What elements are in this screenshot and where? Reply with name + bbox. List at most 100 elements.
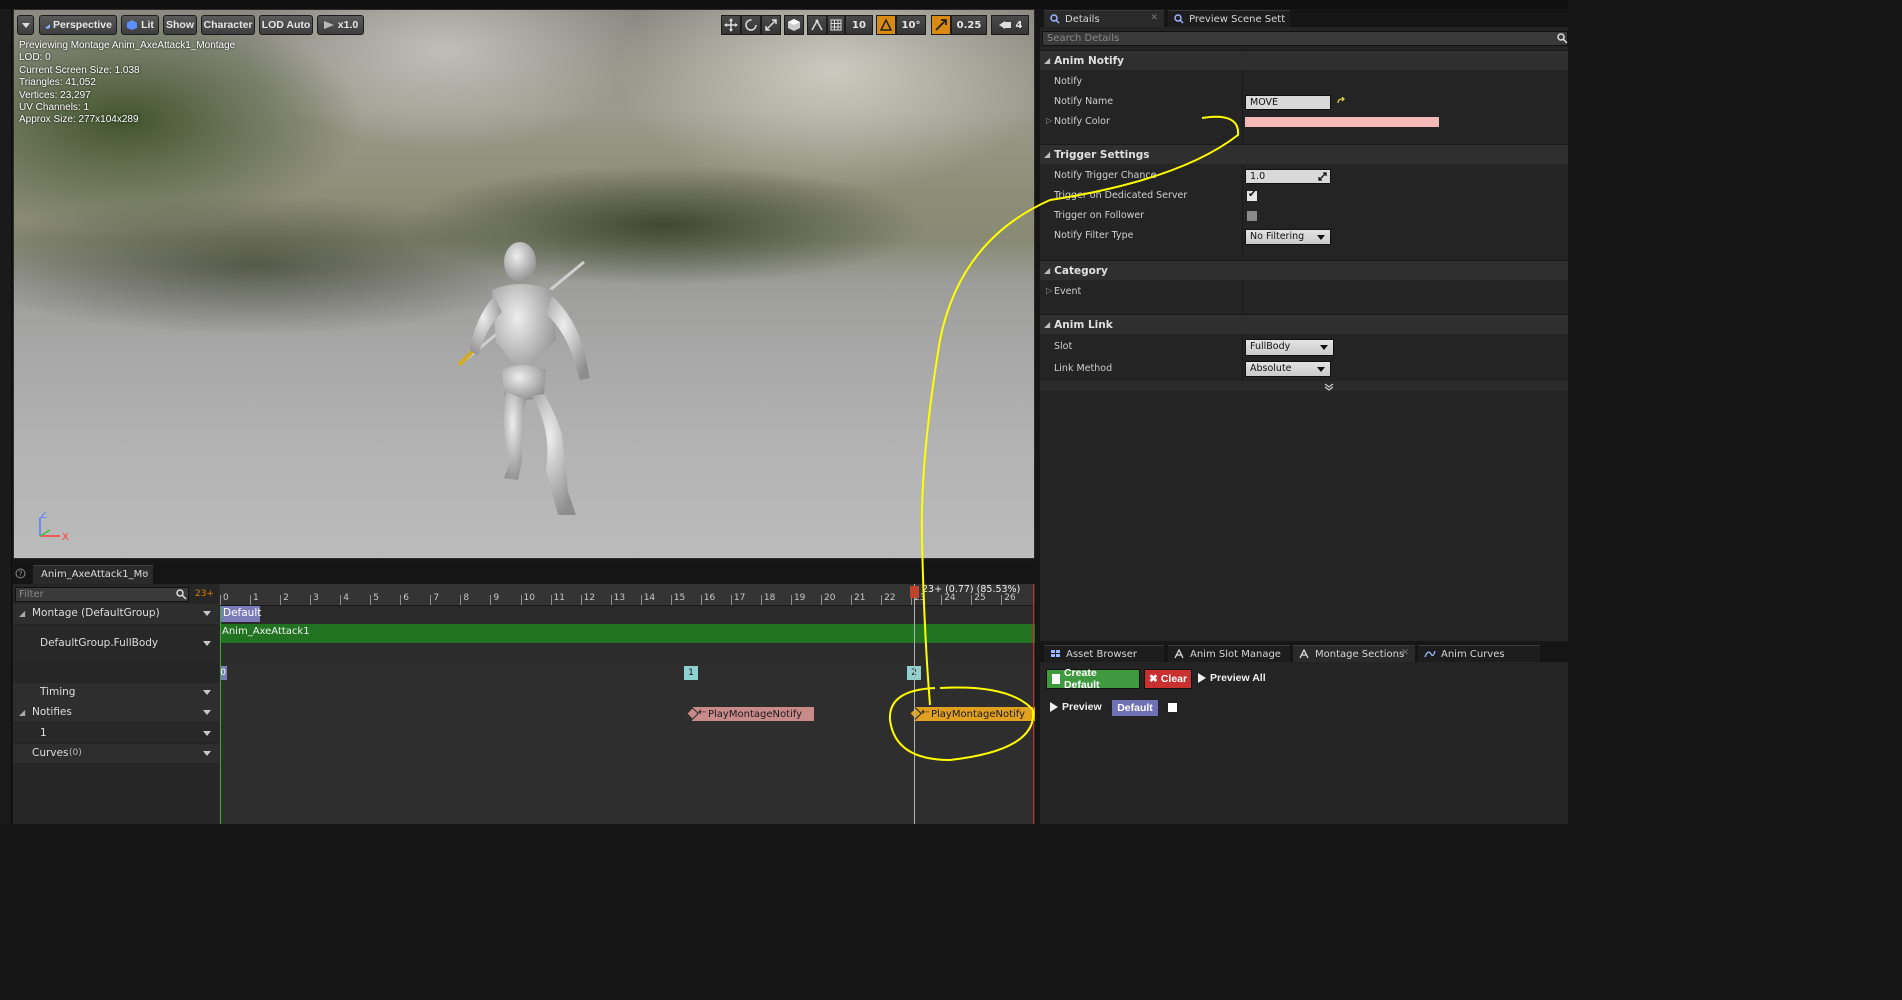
chevron-down-icon[interactable] — [203, 710, 211, 715]
notify-color-swatch[interactable] — [1245, 117, 1439, 127]
timeline-tabbar: ? Anim_AxeAttack1_Mo ✕ — [13, 562, 1035, 584]
anim-montage-editor: Perspective Lit Show Character LOD Auto … — [0, 0, 1568, 824]
playback-speed-button[interactable]: x1.0 — [317, 15, 364, 35]
chevron-down-icon[interactable] — [203, 731, 211, 736]
chevron-down-icon[interactable] — [203, 611, 211, 616]
world-local-toggle[interactable] — [784, 15, 804, 35]
montage-sections-panel: Asset Browser Anim Slot Manage Montage S… — [1040, 644, 1568, 824]
clear-label: Clear — [1160, 673, 1188, 685]
search-details-input[interactable]: Search Details — [1042, 31, 1568, 46]
collapse-icon[interactable]: ◢ — [19, 708, 25, 717]
follower-checkbox[interactable] — [1246, 210, 1258, 222]
lit-button[interactable]: Lit — [121, 15, 159, 35]
snap-icon — [811, 19, 823, 31]
character-button[interactable]: Character — [201, 15, 255, 35]
scale-snap-toggle[interactable] — [931, 15, 951, 35]
timing-marker[interactable]: 1 — [684, 666, 698, 680]
preview-label: Previewing Montage Anim_AxeAttack1_Monta… — [19, 40, 236, 51]
cube-icon — [788, 19, 800, 31]
tab-anim-curves-label: Anim Curves — [1441, 648, 1505, 660]
ruler-tick — [280, 595, 282, 605]
camera-icon — [45, 24, 51, 29]
tab-asset-browser[interactable]: Asset Browser — [1044, 645, 1164, 662]
track-timing[interactable]: Timing — [13, 683, 219, 703]
chevron-down-icon[interactable] — [203, 751, 211, 756]
track-timing-label: Timing — [40, 686, 76, 698]
viewport-options-button[interactable] — [17, 15, 34, 35]
scrub-handle[interactable] — [910, 586, 919, 598]
approx-size-stat: Approx Size: 277x104x289 — [19, 114, 139, 126]
timing-marker[interactable]: 0 — [220, 666, 227, 680]
expand-icon[interactable]: ▷ — [1046, 286, 1052, 295]
ruler-tick — [580, 595, 582, 605]
ruler-tick — [520, 595, 522, 605]
viewport-toolbar: Perspective Lit Show Character LOD Auto … — [14, 10, 1034, 38]
perspective-button[interactable]: Perspective — [39, 15, 117, 35]
notify-label: Notify — [1054, 76, 1083, 87]
show-button[interactable]: Show — [163, 15, 197, 35]
ruler-tick-label: 19 — [793, 593, 806, 603]
close-icon[interactable]: ✕ — [1401, 648, 1409, 658]
scale-snap-value[interactable]: 0.25 — [951, 15, 987, 35]
section-anim-notify[interactable]: ◢ Anim Notify — [1040, 50, 1568, 70]
preview-section-button[interactable]: Preview — [1050, 701, 1102, 713]
section-category[interactable]: ◢ Category — [1040, 260, 1568, 280]
preview-all-button[interactable]: Preview All — [1198, 672, 1266, 684]
left-rail — [0, 9, 12, 824]
track-notifies[interactable]: ◢ Notifies — [13, 703, 219, 722]
track-filter-input[interactable]: Filter — [15, 587, 189, 602]
tab-montage-asset[interactable]: Anim_AxeAttack1_Mo ✕ — [33, 565, 153, 584]
rotation-snap-toggle[interactable] — [876, 15, 896, 35]
track-notify-1[interactable]: 1 — [13, 724, 219, 743]
section-loop-checkbox[interactable] — [1167, 702, 1178, 713]
advanced-expander[interactable] — [1040, 381, 1568, 391]
collapse-icon[interactable]: ◢ — [19, 609, 25, 618]
surface-snap-toggle[interactable] — [807, 15, 827, 35]
tab-montage-sections[interactable]: Montage Sections ✕ — [1293, 645, 1415, 662]
section-anim-link[interactable]: ◢ Anim Link — [1040, 314, 1568, 334]
grid-snap-toggle[interactable] — [827, 15, 845, 35]
rotation-snap-value[interactable]: 10° — [896, 15, 926, 35]
create-default-button[interactable]: Create Default — [1046, 667, 1140, 691]
play-montage-notify-selected[interactable]: ⇠ PlayMontageNotify — [909, 707, 1035, 721]
clear-button[interactable]: ✖ Clear — [1144, 669, 1192, 689]
notify-diamond-icon — [909, 707, 922, 720]
play-montage-notify[interactable]: ⇠ PlayMontageNotify — [686, 707, 814, 721]
help-icon[interactable]: ? — [15, 568, 26, 579]
scale-tool[interactable] — [761, 15, 781, 35]
trigger-chance-label: Notify Trigger Chance — [1054, 170, 1157, 181]
tab-anim-curves[interactable]: Anim Curves — [1418, 645, 1540, 662]
grid-snap-value[interactable]: 10 — [845, 15, 873, 35]
track-slot[interactable]: DefaultGroup.FullBody — [13, 625, 219, 662]
default-section-marker[interactable]: Default — [221, 606, 261, 622]
tab-anim-slot-manager[interactable]: Anim Slot Manage — [1168, 645, 1290, 662]
dedicated-server-checkbox[interactable] — [1246, 189, 1258, 202]
camera-speed-button[interactable]: 4 — [991, 15, 1029, 35]
chevron-down-icon[interactable] — [203, 690, 211, 695]
anim-segment[interactable]: Anim_AxeAttack1 — [220, 624, 1035, 643]
section-trigger-settings[interactable]: ◢ Trigger Settings — [1040, 144, 1568, 164]
close-icon[interactable]: ✕ — [1150, 13, 1158, 23]
close-icon[interactable]: ✕ — [141, 566, 149, 583]
ruler-tick — [610, 595, 612, 605]
rotate-tool[interactable] — [741, 15, 761, 35]
filter-type-dropdown[interactable]: No Filtering — [1245, 229, 1331, 245]
slot-dropdown[interactable]: FullBody — [1245, 339, 1334, 356]
reset-to-default-icon[interactable] — [1336, 97, 1346, 107]
link-method-dropdown[interactable]: Absolute — [1245, 361, 1331, 377]
ruler-tick-label: 13 — [613, 593, 626, 603]
timeline-area[interactable]: 0 1 2 3 4 5 6 7 8 9 10 11 12 13 14 15 16 17 18 19 20 21 22 23 24… — [220, 584, 1035, 824]
notify-name-field[interactable]: MOVE — [1245, 95, 1331, 110]
trigger-chance-field[interactable]: 1.0 — [1245, 169, 1331, 184]
lod-button[interactable]: LOD Auto — [259, 15, 313, 35]
preview-viewport[interactable]: Perspective Lit Show Character LOD Auto … — [13, 9, 1035, 559]
tab-details[interactable]: Details ✕ — [1044, 10, 1164, 27]
chevron-down-icon[interactable] — [203, 641, 211, 646]
track-montage[interactable]: ◢ Montage (DefaultGroup) — [13, 604, 219, 624]
default-section-button[interactable]: Default — [1111, 699, 1159, 717]
tab-preview-scene-settings[interactable]: Preview Scene Sett — [1168, 10, 1290, 27]
perspective-label: Perspective — [53, 19, 112, 31]
translate-tool[interactable] — [721, 15, 741, 35]
track-curves[interactable]: Curves (0) — [13, 744, 219, 763]
expand-icon[interactable]: ▷ — [1046, 116, 1052, 125]
